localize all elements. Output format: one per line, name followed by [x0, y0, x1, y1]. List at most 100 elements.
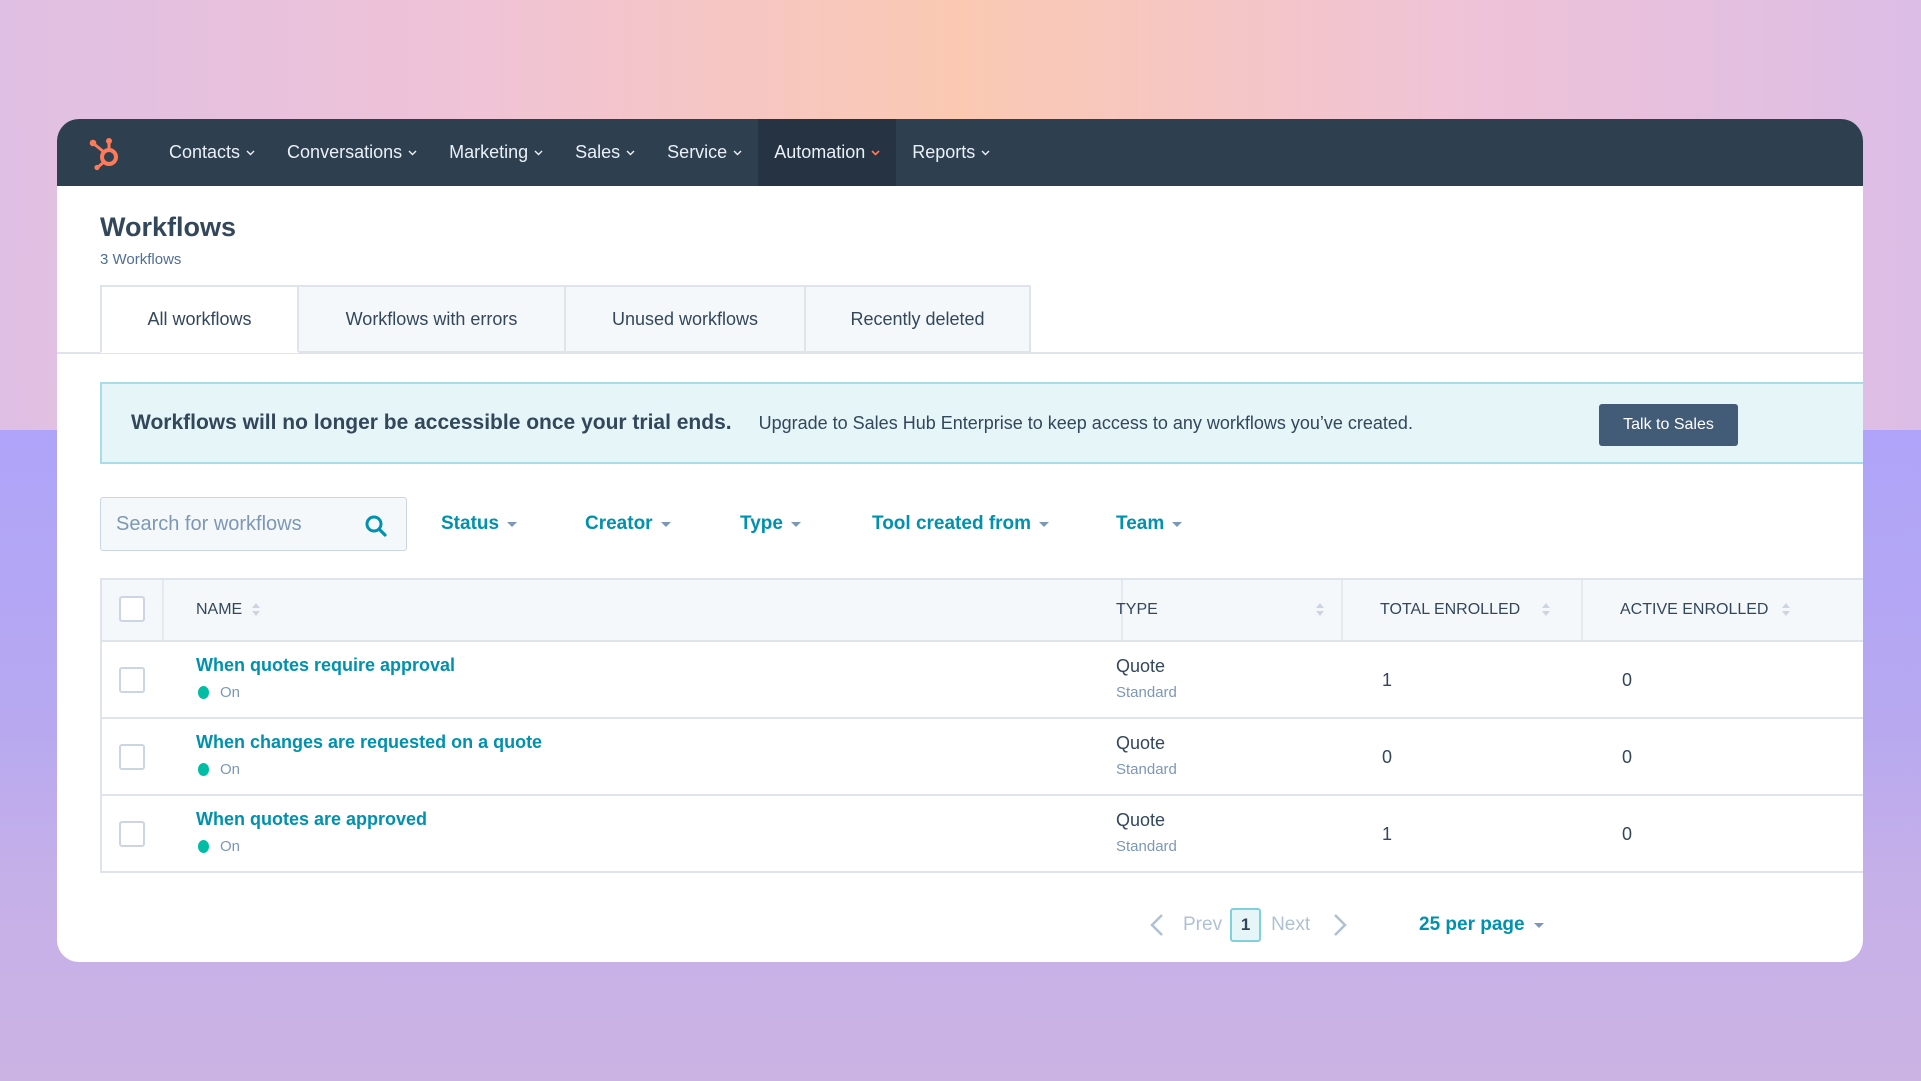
- nav-item-service[interactable]: Service: [651, 119, 758, 186]
- nav-item-label: Service: [667, 142, 728, 162]
- row-checkbox[interactable]: [119, 744, 145, 770]
- nav-item-label: Sales: [575, 142, 621, 162]
- nav-item-label: Automation: [774, 142, 866, 162]
- chevron-down-icon: [981, 148, 990, 157]
- nav-item-label: Contacts: [169, 142, 241, 162]
- chevron-down-icon: [871, 148, 880, 157]
- chevron-left-icon[interactable]: [1147, 911, 1167, 939]
- workflow-type: Quote: [1116, 656, 1166, 676]
- chevron-down-icon: [408, 148, 417, 157]
- column-label: Total enrolled: [1380, 601, 1521, 618]
- team-filter-dropdown[interactable]: Team: [1116, 509, 1183, 539]
- app-window: Contacts Conversations Marketing Sales S…: [57, 119, 1863, 962]
- chevron-down-icon: [626, 148, 635, 157]
- workflow-subtype: Standard: [1116, 761, 1177, 778]
- pagination: Prev 1 Next: [1147, 908, 1350, 942]
- workflow-name-link[interactable]: When changes are requested on a quote: [196, 732, 542, 753]
- tab-all-workflows[interactable]: All workflows: [100, 285, 299, 353]
- row-checkbox[interactable]: [119, 821, 145, 847]
- column-header-total-enrolled[interactable]: Total enrolled: [1380, 580, 1551, 640]
- status-on-dot-icon: [198, 763, 209, 776]
- column-separator: [1341, 580, 1343, 640]
- column-separator: [162, 580, 164, 640]
- workflow-type: Quote: [1116, 733, 1166, 753]
- type-filter-dropdown[interactable]: Type: [740, 509, 801, 539]
- nav-item-marketing[interactable]: Marketing: [433, 119, 559, 186]
- tool-created-from-filter-dropdown[interactable]: Tool created from: [872, 509, 1050, 539]
- caret-down-icon: [1172, 521, 1183, 527]
- creator-filter-dropdown[interactable]: Creator: [585, 509, 671, 539]
- nav-menu: Contacts Conversations Marketing Sales S…: [153, 119, 1006, 186]
- column-label: Type: [1116, 601, 1158, 618]
- status-filter-dropdown[interactable]: Status: [441, 509, 518, 539]
- table-row: When quotes require approval On Quote St…: [102, 642, 1863, 719]
- top-navigation: Contacts Conversations Marketing Sales S…: [57, 119, 1863, 186]
- workflow-status: On: [198, 761, 240, 778]
- workflow-type: Quote: [1116, 810, 1166, 830]
- nav-item-conversations[interactable]: Conversations: [271, 119, 433, 186]
- nav-item-reports[interactable]: Reports: [896, 119, 1006, 186]
- chevron-right-icon[interactable]: [1330, 911, 1350, 939]
- active-enrolled-value: 0: [1622, 670, 1633, 690]
- sort-icon: [1316, 602, 1324, 618]
- workflow-status: On: [198, 838, 240, 855]
- status-on-dot-icon: [198, 686, 209, 699]
- column-header-active-enrolled[interactable]: Active enrolled: [1620, 580, 1791, 640]
- status-on-dot-icon: [198, 840, 209, 853]
- filter-label: Tool created from: [872, 513, 1032, 534]
- total-enrolled-value: 0: [1382, 747, 1393, 767]
- caret-down-icon: [507, 521, 518, 527]
- column-header-type[interactable]: Type: [1116, 580, 1324, 640]
- nav-item-label: Reports: [912, 142, 976, 162]
- page-title: Workflows: [100, 212, 237, 242]
- sort-icon: [1782, 602, 1791, 618]
- table-row: When changes are requested on a quote On…: [102, 719, 1863, 796]
- workflow-name-link[interactable]: When quotes require approval: [196, 655, 455, 676]
- sort-icon: [252, 602, 261, 618]
- column-label: Active enrolled: [1620, 601, 1769, 618]
- nav-item-label: Conversations: [287, 142, 403, 162]
- search-icon[interactable]: [364, 514, 388, 538]
- total-enrolled-value: 1: [1382, 824, 1393, 844]
- chevron-down-icon: [534, 148, 543, 157]
- banner-title: Workflows will no longer be accessible o…: [131, 411, 732, 434]
- nav-item-sales[interactable]: Sales: [559, 119, 651, 186]
- tab-bar: All workflows Workflows with errors Unus…: [100, 285, 1031, 353]
- table-header: Name Type Total enrolled Active enrolled: [102, 580, 1863, 642]
- workflow-name-link[interactable]: When quotes are approved: [196, 809, 427, 830]
- workflow-status: On: [198, 684, 240, 701]
- chevron-down-icon: [733, 148, 742, 157]
- nav-item-automation[interactable]: Automation: [758, 119, 897, 186]
- filter-label: Type: [740, 513, 783, 534]
- search-input[interactable]: [116, 512, 346, 536]
- total-enrolled-value: 1: [1382, 670, 1393, 690]
- prev-page-button[interactable]: Prev: [1183, 914, 1222, 936]
- status-label: On: [220, 684, 241, 701]
- status-label: On: [220, 838, 241, 855]
- per-page-label: 25 per page: [1419, 914, 1525, 935]
- caret-down-icon: [1039, 521, 1050, 527]
- chevron-down-icon: [246, 148, 255, 157]
- tab-recently-deleted[interactable]: Recently deleted: [806, 285, 1031, 353]
- table-row: When quotes are approved On Quote Standa…: [102, 796, 1863, 873]
- status-label: On: [220, 761, 241, 778]
- search-box: [100, 497, 407, 551]
- filter-label: Status: [441, 513, 500, 534]
- row-checkbox[interactable]: [119, 667, 145, 693]
- column-header-name[interactable]: Name: [196, 580, 261, 640]
- per-page-dropdown[interactable]: 25 per page: [1419, 908, 1544, 942]
- select-all-checkbox[interactable]: [119, 596, 145, 622]
- hubspot-sprocket-icon[interactable]: [87, 133, 125, 171]
- caret-down-icon: [790, 521, 801, 527]
- talk-to-sales-button[interactable]: Talk to Sales: [1599, 404, 1738, 446]
- filter-label: Creator: [585, 513, 653, 534]
- caret-down-icon: [660, 521, 671, 527]
- nav-item-label: Marketing: [449, 142, 529, 162]
- sort-icon: [1542, 602, 1551, 618]
- nav-item-contacts[interactable]: Contacts: [153, 119, 271, 186]
- tab-unused-workflows[interactable]: Unused workflows: [566, 285, 806, 353]
- tab-workflows-with-errors[interactable]: Workflows with errors: [299, 285, 566, 353]
- current-page-button[interactable]: 1: [1230, 908, 1262, 942]
- next-page-button[interactable]: Next: [1271, 914, 1310, 936]
- workflow-count: 3 Workflows: [100, 251, 182, 268]
